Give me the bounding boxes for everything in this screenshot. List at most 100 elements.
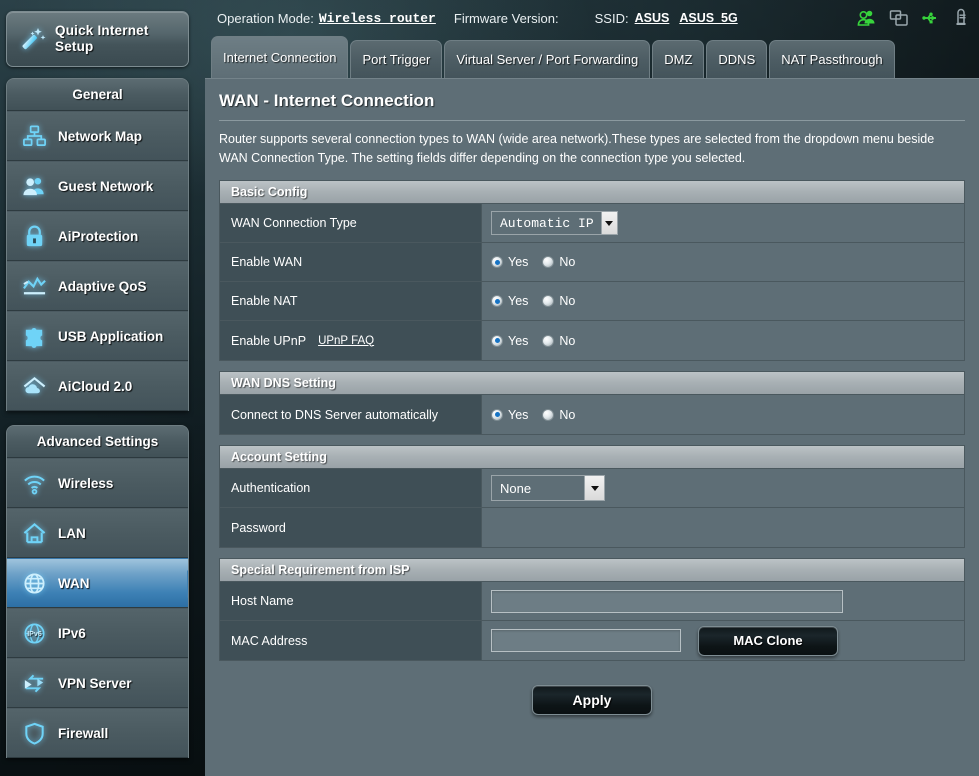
radio-dot-icon [542, 295, 555, 307]
connect-dns-auto-yes-radio[interactable]: Yes [491, 408, 528, 422]
puzzle-icon [19, 321, 49, 351]
enable-nat-no-radio[interactable]: No [542, 294, 575, 308]
enable-nat-radio-group: Yes No [491, 294, 575, 308]
printer-icon[interactable] [953, 8, 973, 28]
isp-section: Special Requirement from ISP Host Name M… [219, 558, 965, 661]
sidebar-item-label: LAN [58, 525, 86, 541]
radio-label: No [559, 294, 576, 308]
cloud-home-icon [19, 371, 49, 401]
tab-virtual-server-port-forwarding[interactable]: Virtual Server / Port Forwarding [444, 40, 651, 78]
radio-dot-icon [491, 334, 503, 347]
ssid-5ghz-value[interactable]: ASUS_5G [679, 11, 737, 25]
sidebar-item-lan[interactable]: LAN [7, 508, 188, 558]
network-map-icon [19, 121, 49, 151]
home-icon [19, 518, 49, 548]
page-description: Router supports several connection types… [219, 132, 935, 165]
sidebar-item-label: Firewall [58, 725, 109, 741]
sidebar-item-label: IPv6 [58, 625, 86, 641]
radio-dot-icon [491, 256, 503, 268]
operation-mode-label: Operation Mode: [217, 10, 314, 26]
connect-dns-auto-no-radio[interactable]: No [542, 408, 575, 422]
sidebar-item-firewall[interactable]: Firewall [7, 708, 188, 758]
enable-nat-yes-radio[interactable]: Yes [491, 294, 528, 308]
sidebar-item-aiprotection[interactable]: AiProtection [7, 211, 188, 261]
wan-connection-type-select[interactable]: Automatic IP [491, 211, 618, 235]
sidebar-item-wan[interactable]: WAN [7, 558, 188, 608]
radio-dot-icon [542, 256, 555, 268]
tab-nat-passthrough[interactable]: NAT Passthrough [769, 40, 895, 78]
authentication-select[interactable]: None [491, 475, 605, 501]
isp-title: Special Requirement from ISP [220, 559, 964, 582]
devices-icon[interactable] [889, 8, 909, 28]
enable-wan-no-radio[interactable]: No [542, 255, 575, 269]
enable-upnp-yes-radio[interactable]: Yes [491, 334, 528, 348]
authentication-label: Authentication [220, 469, 482, 507]
sidebar-item-label: AiCloud 2.0 [58, 378, 133, 394]
row-mac-address: MAC Address MAC Clone [220, 621, 964, 660]
sidebar-item-network-map[interactable]: Network Map [7, 111, 188, 161]
basic-config-section: Basic Config WAN Connection Type Automat… [219, 180, 965, 361]
sidebar-item-wireless[interactable]: Wireless [7, 458, 188, 508]
sidebar-item-label: USB Application [58, 328, 164, 344]
enable-nat-label: Enable NAT [220, 282, 482, 320]
tab-dmz[interactable]: DMZ [652, 40, 705, 78]
basic-config-title: Basic Config [220, 181, 964, 204]
apply-button[interactable]: Apply [532, 685, 652, 715]
password-value-cell [482, 508, 964, 547]
host-name-label: Host Name [220, 582, 482, 620]
sidebar-item-label: Adaptive QoS [58, 278, 147, 294]
apply-button-row: Apply [219, 671, 965, 715]
sidebar-item-ipv6[interactable]: IPv6 IPv6 [7, 608, 188, 658]
enable-upnp-no-radio[interactable]: No [542, 334, 575, 348]
sidebar-item-label: Guest Network [58, 178, 154, 194]
row-password: Password [220, 508, 964, 547]
row-authentication: Authentication None [220, 469, 964, 508]
operation-mode-value[interactable]: Wireless router [319, 11, 436, 26]
sidebar: General Network Map Guest Network AiProt… [6, 78, 189, 758]
authentication-value: None [500, 480, 532, 496]
radio-dot-icon [491, 295, 503, 307]
sidebar-item-label: AiProtection [58, 228, 139, 244]
mac-address-input[interactable] [492, 630, 680, 651]
ssid-label: SSID: [594, 10, 629, 26]
host-name-input[interactable] [492, 590, 842, 612]
radio-label: No [559, 333, 576, 348]
tab-port-trigger[interactable]: Port Trigger [350, 40, 443, 78]
wifi-icon [19, 468, 49, 498]
enable-wan-label: Enable WAN [220, 243, 482, 281]
connect-dns-auto-radio-group: Yes No [491, 408, 575, 422]
password-label: Password [220, 508, 482, 547]
row-enable-wan: Enable WAN Yes No [220, 243, 964, 282]
row-wan-connection-type: WAN Connection Type Automatic IP [220, 204, 964, 243]
quick-internet-setup-button[interactable]: Quick Internet Setup [6, 11, 189, 67]
lock-icon [19, 221, 49, 251]
enable-upnp-label-cell: Enable UPnP UPnP FAQ [220, 321, 482, 360]
enable-wan-yes-radio[interactable]: Yes [491, 255, 528, 269]
host-name-field[interactable] [491, 589, 843, 613]
mac-clone-button[interactable]: MAC Clone [698, 625, 838, 656]
radio-label: Yes [508, 294, 529, 308]
vpn-arrows-icon [19, 668, 49, 698]
wan-dns-title: WAN DNS Setting [220, 372, 964, 395]
sidebar-item-adaptive-qos[interactable]: Adaptive QoS [7, 261, 188, 311]
page-title: WAN - Internet Connection [219, 91, 435, 110]
usb-icon[interactable] [921, 8, 941, 28]
sidebar-item-usb-application[interactable]: USB Application [7, 311, 188, 361]
wan-connection-type-value: Automatic IP [500, 215, 594, 231]
ssid-24ghz-value[interactable]: ASUS [635, 11, 670, 25]
sidebar-item-label: Network Map [58, 128, 143, 144]
mac-address-field[interactable] [491, 629, 681, 652]
sidebar-item-vpn-server[interactable]: VPN Server [7, 658, 188, 708]
tab-internet-connection[interactable]: Internet Connection [211, 36, 349, 78]
enable-wan-radio-group: Yes No [491, 255, 575, 269]
tab-bar: Internet Connection Port Trigger Virtual… [205, 36, 895, 78]
row-enable-upnp: Enable UPnP UPnP FAQ Yes No [220, 321, 964, 360]
chevron-down-icon [584, 476, 604, 500]
upnp-faq-link[interactable]: UPnP FAQ [318, 335, 374, 347]
tab-ddns[interactable]: DDNS [706, 40, 768, 78]
title-divider [219, 120, 965, 121]
sidebar-item-aicloud[interactable]: AiCloud 2.0 [7, 361, 188, 411]
sidebar-item-guest-network[interactable]: Guest Network [7, 161, 188, 211]
clients-icon[interactable] [857, 8, 877, 28]
row-enable-nat: Enable NAT Yes No [220, 282, 964, 321]
